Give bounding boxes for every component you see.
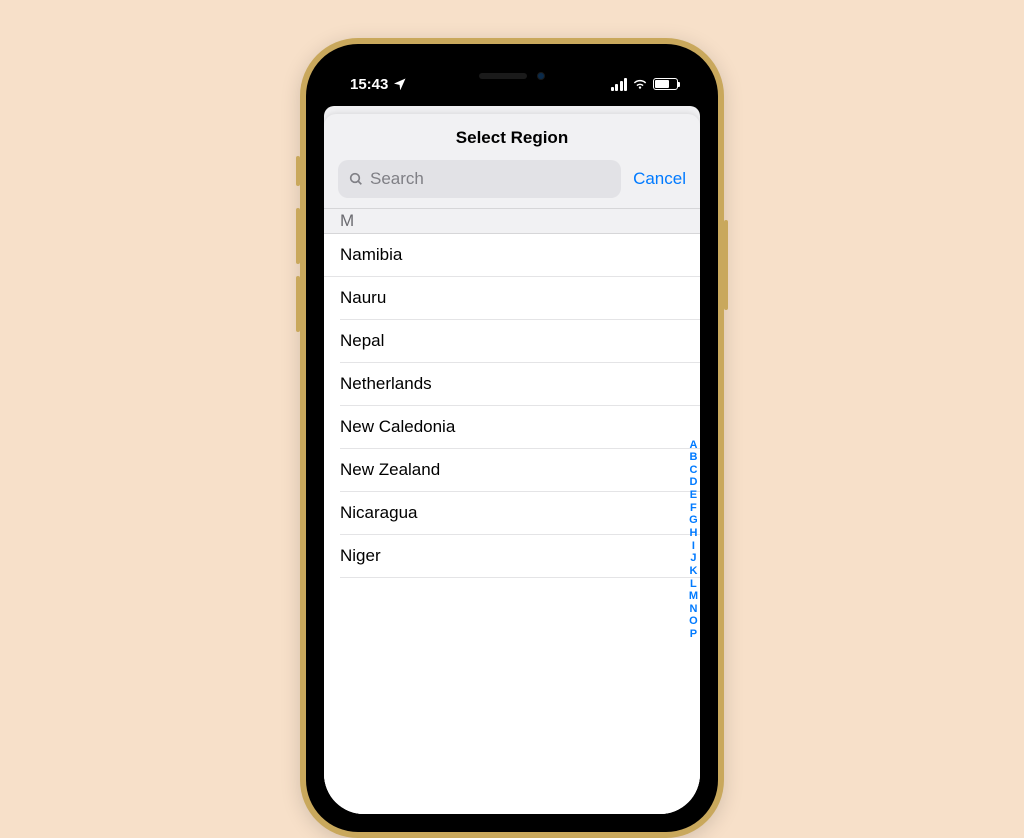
screen: 15:43 — [324, 62, 700, 814]
index-letter[interactable]: D — [689, 477, 698, 490]
list-item[interactable]: New Zealand — [340, 449, 700, 492]
status-left: 15:43 — [350, 76, 406, 93]
cellular-icon — [611, 78, 628, 91]
index-letter[interactable]: G — [689, 515, 698, 528]
status-right — [611, 78, 679, 91]
index-letter[interactable]: F — [689, 502, 698, 515]
list-item[interactable]: Namibia — [324, 234, 700, 277]
list-item[interactable]: Nicaragua — [340, 492, 700, 535]
list-item[interactable]: New Caledonia — [340, 406, 700, 449]
index-letter[interactable]: C — [689, 464, 698, 477]
index-letter[interactable]: O — [689, 616, 698, 629]
list-item[interactable]: Netherlands — [340, 363, 700, 406]
cancel-button[interactable]: Cancel — [633, 169, 686, 189]
modal-backdrop-sheet: Select Region Cancel — [324, 106, 700, 814]
power-button — [724, 220, 728, 310]
index-letter[interactable]: H — [689, 527, 698, 540]
index-letter[interactable]: N — [689, 603, 698, 616]
index-letter[interactable]: J — [689, 552, 698, 565]
section-index-bar[interactable]: A B C D E F G H I J K L M — [689, 439, 698, 641]
list-item[interactable]: Nepal — [340, 320, 700, 363]
index-letter[interactable]: A — [689, 439, 698, 452]
phone-frame: 15:43 — [300, 38, 724, 838]
notch — [422, 62, 602, 90]
search-input[interactable] — [370, 169, 611, 189]
index-letter[interactable]: B — [689, 451, 698, 464]
list-item[interactable]: Nauru — [340, 277, 700, 320]
section-header-m: M — [324, 209, 700, 234]
region-list[interactable]: M Namibia Nauru Nepal Netherlands New Ca… — [324, 208, 700, 814]
search-row: Cancel — [324, 160, 700, 208]
search-field[interactable] — [338, 160, 621, 198]
clock: 15:43 — [350, 76, 388, 93]
search-icon — [348, 171, 364, 187]
list-item[interactable]: Niger — [340, 535, 700, 578]
index-letter[interactable]: E — [689, 489, 698, 502]
phone-bezel: 15:43 — [306, 44, 718, 832]
index-letter[interactable]: M — [689, 590, 698, 603]
index-letter[interactable]: P — [689, 628, 698, 641]
select-region-sheet: Select Region Cancel — [324, 114, 700, 814]
volume-up-button — [296, 208, 300, 264]
wifi-icon — [632, 78, 648, 90]
speaker-grille — [479, 73, 527, 79]
index-letter[interactable]: I — [689, 540, 698, 553]
mute-switch — [296, 156, 300, 186]
volume-down-button — [296, 276, 300, 332]
index-letter[interactable]: L — [689, 578, 698, 591]
battery-icon — [653, 78, 678, 90]
sheet-title: Select Region — [324, 114, 700, 160]
front-camera — [537, 72, 545, 80]
location-icon — [394, 78, 406, 90]
